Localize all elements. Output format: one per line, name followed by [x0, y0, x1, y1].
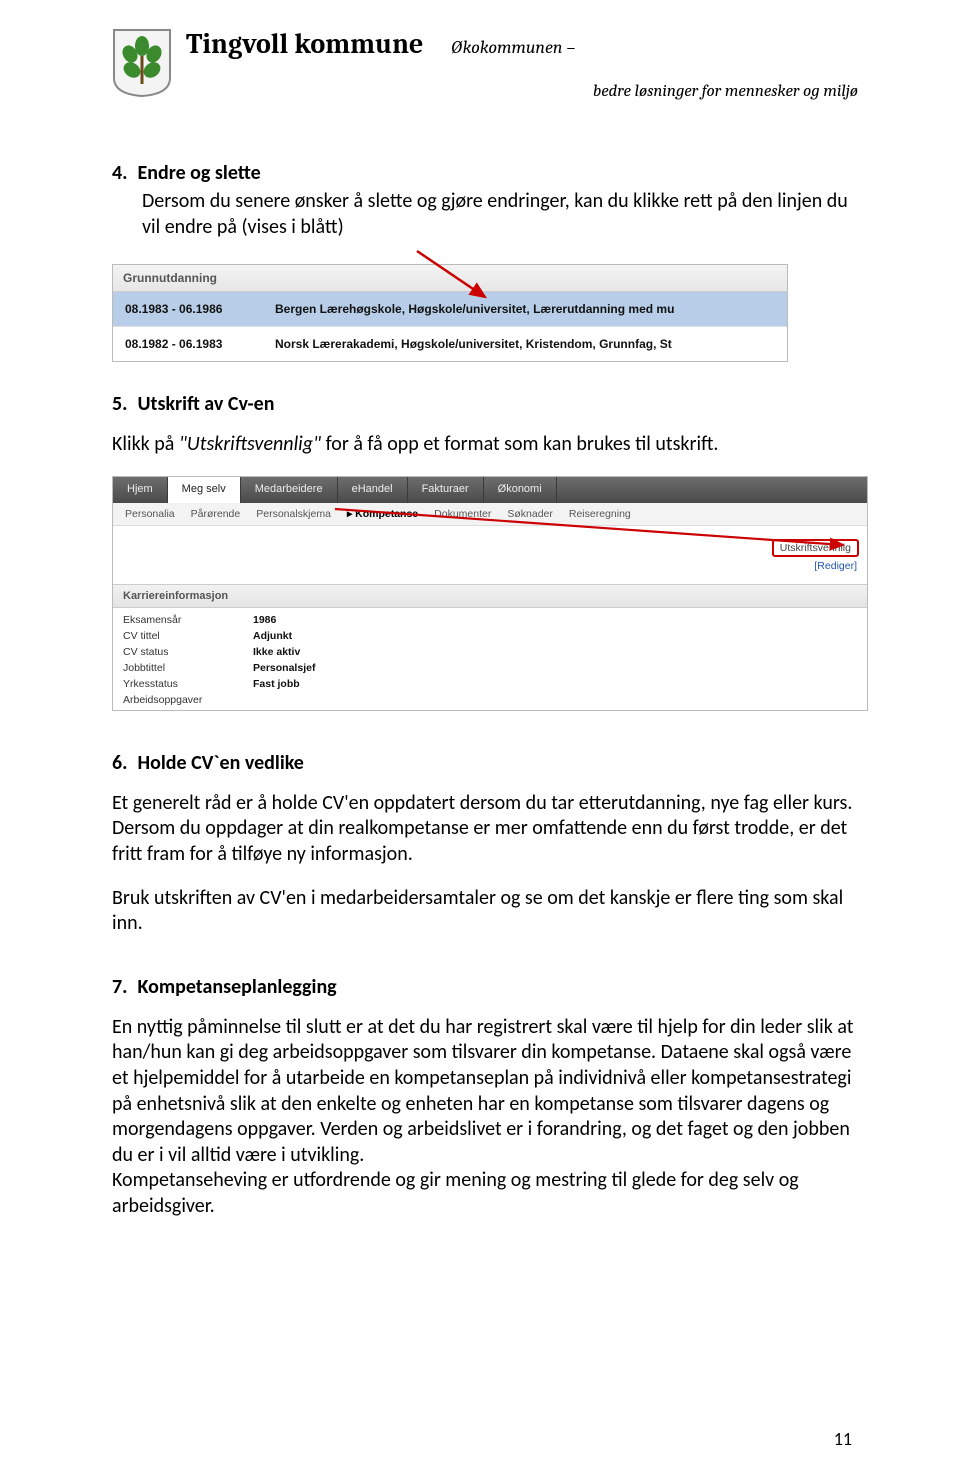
section-4-title: Endre og slette [137, 161, 260, 185]
section-7: 7. Kompetanseplanlegging En nyttig påmin… [112, 975, 864, 1220]
kv-row: CV tittelAdjunkt [113, 628, 867, 644]
content: 4. Endre og slette Dersom du senere ønsk… [112, 161, 864, 1220]
kv-row: CV statusIkke aktiv [113, 644, 867, 660]
cell-desc: Bergen Lærehøgskole, Høgskole/universite… [275, 302, 775, 316]
page-header: Tingvoll kommune Økokommunen – bedre løs… [112, 28, 864, 101]
nav-tab-fakturaer[interactable]: Fakturaer [408, 477, 484, 503]
kv-val: Fast jobb [253, 678, 300, 690]
screenshot-grunnutdanning: Grunnutdanning 08.1983 - 06.1986 Bergen … [112, 264, 788, 362]
nav-tab-hjem[interactable]: Hjem [113, 477, 168, 503]
subnav-personalia[interactable]: Personalia [125, 508, 175, 520]
rediger-link[interactable]: [Rediger] [772, 560, 857, 572]
kv-row: YrkesstatusFast jobb [113, 676, 867, 692]
org-name: Tingvoll kommune [186, 28, 423, 60]
kv-row: JobbtittelPersonalsjef [113, 660, 867, 676]
section-6-p1: Et generelt råd er å holde CV'en oppdate… [112, 791, 864, 868]
kv-key: CV status [123, 646, 253, 658]
kv-val: Ikke aktiv [253, 646, 300, 658]
subnav-personalskjema[interactable]: Personalskjema [256, 508, 331, 520]
subnav-dokumenter[interactable]: Dokumenter [434, 508, 491, 520]
nav-tab-okonomi[interactable]: Økonomi [484, 477, 557, 503]
section-4-body: Dersom du senere ønsker å slette og gjør… [142, 189, 864, 240]
section-4: 4. Endre og slette Dersom du senere ønsk… [112, 161, 864, 362]
section-7-p2: Kompetanseheving er utfordrende og gir m… [112, 1168, 864, 1219]
kv-val: Adjunkt [253, 630, 292, 642]
secondary-nav: Personalia Pårørende Personalskjema ▸ Ko… [113, 503, 867, 526]
kv-key: Yrkesstatus [123, 678, 253, 690]
tagline-1: Økokommunen – [451, 37, 575, 58]
utskriftsvennlig-button[interactable]: Utskriftsvennlig [772, 539, 859, 557]
karriere-header: Karriereinformasjon [113, 584, 867, 608]
subnav-parorende[interactable]: Pårørende [191, 508, 241, 520]
kv-val: Personalsjef [253, 662, 315, 674]
section-7-num: 7. [112, 975, 127, 999]
primary-nav: Hjem Meg selv Medarbeidere eHandel Faktu… [113, 477, 867, 503]
nav-tab-ehandel[interactable]: eHandel [338, 477, 408, 503]
cell-date: 08.1983 - 06.1986 [125, 302, 275, 316]
section-5-body: Klikk på "Utskriftsvennlig" for å få opp… [112, 432, 864, 458]
kv-key: CV tittel [123, 630, 253, 642]
text-emph: "Utskriftsvennlig" [179, 432, 321, 456]
kv-row: Arbeidsoppgaver [113, 692, 867, 708]
section-6-p2: Bruk utskriften av CV'en i medarbeidersa… [112, 886, 864, 937]
kv-val: 1986 [253, 614, 276, 626]
section-4-num: 4. [112, 161, 127, 185]
section-6-title: Holde CV`en vedlike [137, 751, 303, 775]
section-6-num: 6. [112, 751, 127, 775]
subnav-soknader[interactable]: Søknader [507, 508, 553, 520]
page-number: 11 [834, 1428, 852, 1450]
section-7-p1: En nyttig påminnelse til slutt er at det… [112, 1015, 864, 1169]
document-page: Tingvoll kommune Økokommunen – bedre løs… [0, 0, 960, 1220]
table-row[interactable]: 08.1983 - 06.1986 Bergen Lærehøgskole, H… [113, 292, 787, 326]
kv-key: Eksamensår [123, 614, 253, 626]
section-7-title: Kompetanseplanlegging [137, 975, 336, 999]
tagline-2: bedre løsninger for mennesker og miljø [186, 82, 858, 101]
cell-date: 08.1982 - 06.1983 [125, 337, 275, 351]
subnav-reiseregning[interactable]: Reiseregning [569, 508, 631, 520]
kv-key: Jobbtittel [123, 662, 253, 674]
section-5-num: 5. [112, 392, 127, 416]
text: for å få opp et format som kan brukes ti… [321, 432, 718, 456]
subnav-kompetanse[interactable]: ▸ Kompetanse [347, 508, 418, 520]
text: Klikk på [112, 432, 179, 456]
section-5-title: Utskrift av Cv-en [137, 392, 274, 416]
nav-tab-medarbeidere[interactable]: Medarbeidere [241, 477, 338, 503]
section-6: 6. Holde CV`en vedlike Et generelt råd e… [112, 751, 864, 937]
screenshot-app-ui: Hjem Meg selv Medarbeidere eHandel Faktu… [112, 476, 868, 711]
crest-icon [112, 28, 172, 98]
table-header: Grunnutdanning [113, 265, 787, 292]
nav-tab-meg-selv[interactable]: Meg selv [168, 477, 241, 503]
kv-row: Eksamensår1986 [113, 612, 867, 628]
section-5: 5. Utskrift av Cv-en Klikk på "Utskrifts… [112, 392, 864, 711]
cell-desc: Norsk Lærerakademi, Høgskole/universitet… [275, 337, 775, 351]
table-row[interactable]: 08.1982 - 06.1983 Norsk Lærerakademi, Hø… [113, 326, 787, 361]
kv-key: Arbeidsoppgaver [123, 694, 253, 706]
